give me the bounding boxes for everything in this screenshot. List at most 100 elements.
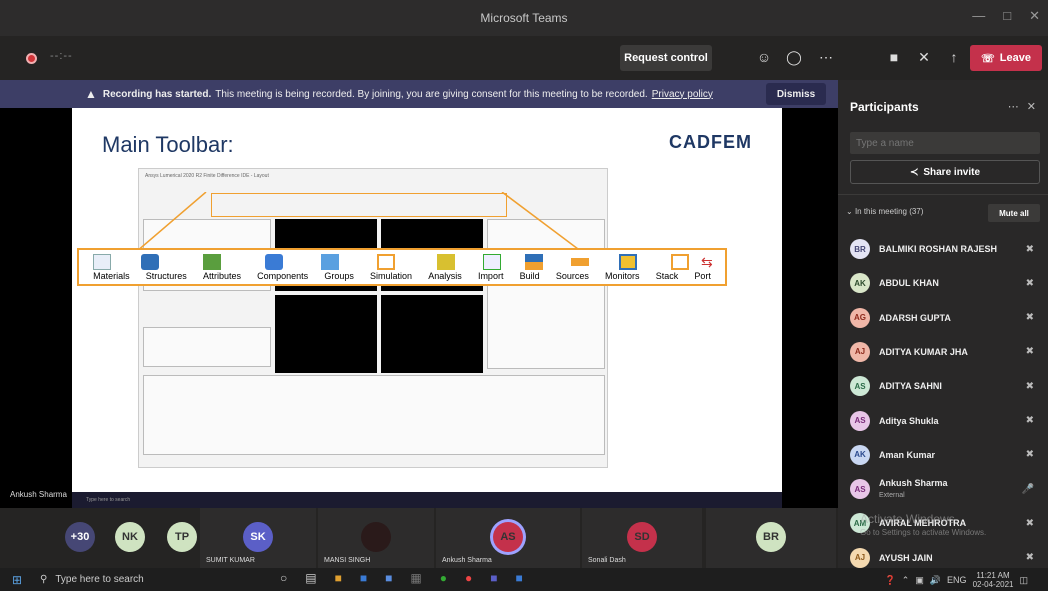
video-tile[interactable]: NK [108,508,152,568]
folder-icon[interactable]: ■ [385,571,392,585]
video-tile[interactable]: BR [706,508,836,568]
avatar: AS [850,376,870,397]
participant-row[interactable]: AJ ADITYA KUMAR JHA ✖ [838,335,1048,369]
toolbar-label: Sources [555,271,589,281]
windows-start-icon[interactable]: ⊞ [12,573,22,587]
video-gallery: +30 NK TP SK SUMIT KUMAR MANSI SINGH AS Ankush … [0,508,838,568]
system-tray: ❓ ⌃ ▣ 🔊 ENG 11:21 AM 02-04-2021 ◫ [885,571,1028,589]
participant-row[interactable]: AS Aditya Shukla ✖ [838,404,1048,438]
taskbar-search[interactable]: ⚲ Type here to search [40,568,144,591]
window-title: Microsoft Teams [480,11,568,25]
participant-search-input[interactable] [850,132,1040,154]
taskbar-apps: ○ ▤ ■ ■ ■ ▦ ● ● ■ ■ [280,571,523,585]
speaker-tag: Ankush Sharma [10,490,67,499]
task-view-icon[interactable]: ▤ [305,571,316,585]
participant-name: Aman Kumar [879,449,936,460]
windows-taskbar: ⊞ ⚲ Type here to search ○ ▤ ■ ■ ■ ▦ ● ● … [0,568,1048,591]
video-tile-name: Ankush Sharma [442,557,492,564]
video-tile[interactable]: AS Ankush Sharma [436,508,580,568]
toolbar-zoom-band: Materials Structures Attributes Componen… [77,248,727,286]
mute-all-button[interactable]: Mute all [988,204,1040,222]
participant-row[interactable]: AK ABDUL KHAN ✖ [838,266,1048,300]
video-tile[interactable]: +30 [58,508,102,568]
more-options-icon[interactable]: ⋯ [1008,100,1019,113]
panel-controls: ⋯ ✕ [1008,100,1036,113]
mail-icon[interactable]: ■ [360,571,367,585]
participant-row[interactable]: BR BALMIKI ROSHAN RAJESH ✖ [838,232,1048,266]
zoom-icon[interactable]: ■ [515,571,522,585]
clock[interactable]: 11:21 AM 02-04-2021 [973,571,1014,589]
more-actions-icon[interactable]: ⋯ [815,46,837,68]
close-icon[interactable]: ✕ [1029,8,1040,24]
notifications-icon[interactable]: ◫ [1019,575,1028,586]
toolbar-label: Structures [145,271,187,281]
share-invite-button[interactable]: ≺ Share invite [850,160,1040,184]
avatar: AJ [850,547,870,568]
cortana-icon[interactable]: ○ [280,571,287,585]
participants-panel: Participants ⋯ ✕ ≺ Share invite ⌄ In thi… [838,80,1048,568]
participant-name: ABDUL KHAN [879,278,939,289]
request-control-button[interactable]: Request control [620,45,712,71]
camera-off-icon[interactable]: ■ [883,46,905,68]
toolbar-label: Components [257,271,309,281]
activate-windows-watermark: Activate Windows [860,512,955,526]
video-tile[interactable]: TP [160,508,204,568]
mic-off-icon[interactable]: ✕ [913,46,935,68]
participant-row[interactable]: AG ADARSH GUPTA ✖ [838,301,1048,335]
dismiss-button[interactable]: Dismiss [766,83,826,105]
maximize-icon[interactable]: □ [1003,8,1011,24]
help-icon[interactable]: ❓ [885,575,896,586]
participant-row[interactable]: AK Aman Kumar ✖ [838,438,1048,472]
video-tile[interactable]: SD Sonali Dash [582,508,702,568]
groups-icon [321,254,339,270]
volume-icon[interactable]: 🔊 [930,575,941,586]
teams-icon[interactable]: ■ [490,571,497,585]
video-tile-name: SUMIT KUMAR [206,557,255,564]
avatar: AK [850,273,870,294]
lang-indicator[interactable]: ENG [947,575,967,585]
materials-icon [93,254,111,270]
calculator-icon[interactable]: ▦ [410,571,421,585]
share-screen-icon[interactable]: ↑ [943,46,965,68]
attributes-icon [203,254,221,270]
presenter-search: Type here to search [86,497,131,503]
participant-row[interactable]: AS Ankush Sharma External 🎤 [838,472,1048,506]
store-icon[interactable]: ■ [335,571,342,585]
toolbar-label: Port [694,271,711,281]
toolbar-label: Monitors [605,271,640,281]
privacy-policy-link[interactable]: Privacy policy [652,89,713,100]
video-tile-name: MANSI SINGH [324,557,371,564]
chat-icon[interactable]: ◯ [783,46,805,68]
shared-screen: Main Toolbar: CADFEM Ansys Lumerical 202… [0,108,838,508]
port-icon: ⇆ [701,254,713,270]
presentation-slide: Main Toolbar: CADFEM Ansys Lumerical 202… [72,108,782,494]
close-panel-icon[interactable]: ✕ [1027,100,1036,113]
minimize-icon[interactable]: — [972,8,985,24]
participant-row[interactable]: AS ADITYA SAHNI ✖ [838,369,1048,403]
avatar: +30 [65,522,95,552]
chrome-icon[interactable]: ● [465,571,472,585]
video-tile[interactable]: MANSI SINGH [318,508,434,568]
participants-icon[interactable]: ☺ [753,46,775,68]
participant-name: ADITYA KUMAR JHA [879,346,968,357]
toolbar-label: Groups [324,271,354,281]
sources-icon [571,258,589,266]
activate-windows-hint: Go to Settings to activate Windows. [860,528,987,537]
phone-icon: ☏ [981,52,995,65]
in-meeting-header[interactable]: ⌄ In this meeting (37) [846,207,923,216]
mic-muted-icon: ✖ [1025,380,1034,392]
recording-indicator-icon [26,53,37,64]
avatar: TP [167,522,197,552]
avatar: AS [850,410,870,431]
network-icon[interactable]: ▣ [915,575,924,586]
simulation-icon [377,254,395,270]
avatar: AJ [850,341,870,362]
title-bar: Microsoft Teams — □ ✕ [0,0,1048,36]
participant-role: External [879,492,905,500]
leave-button[interactable]: ☏ Leave [970,45,1042,71]
participant-name: Ankush Sharma [879,478,948,489]
video-tile[interactable]: SK SUMIT KUMAR [200,508,316,568]
chevron-up-icon[interactable]: ⌃ [902,575,910,586]
avatar [361,522,391,552]
app-icon[interactable]: ● [440,571,447,585]
